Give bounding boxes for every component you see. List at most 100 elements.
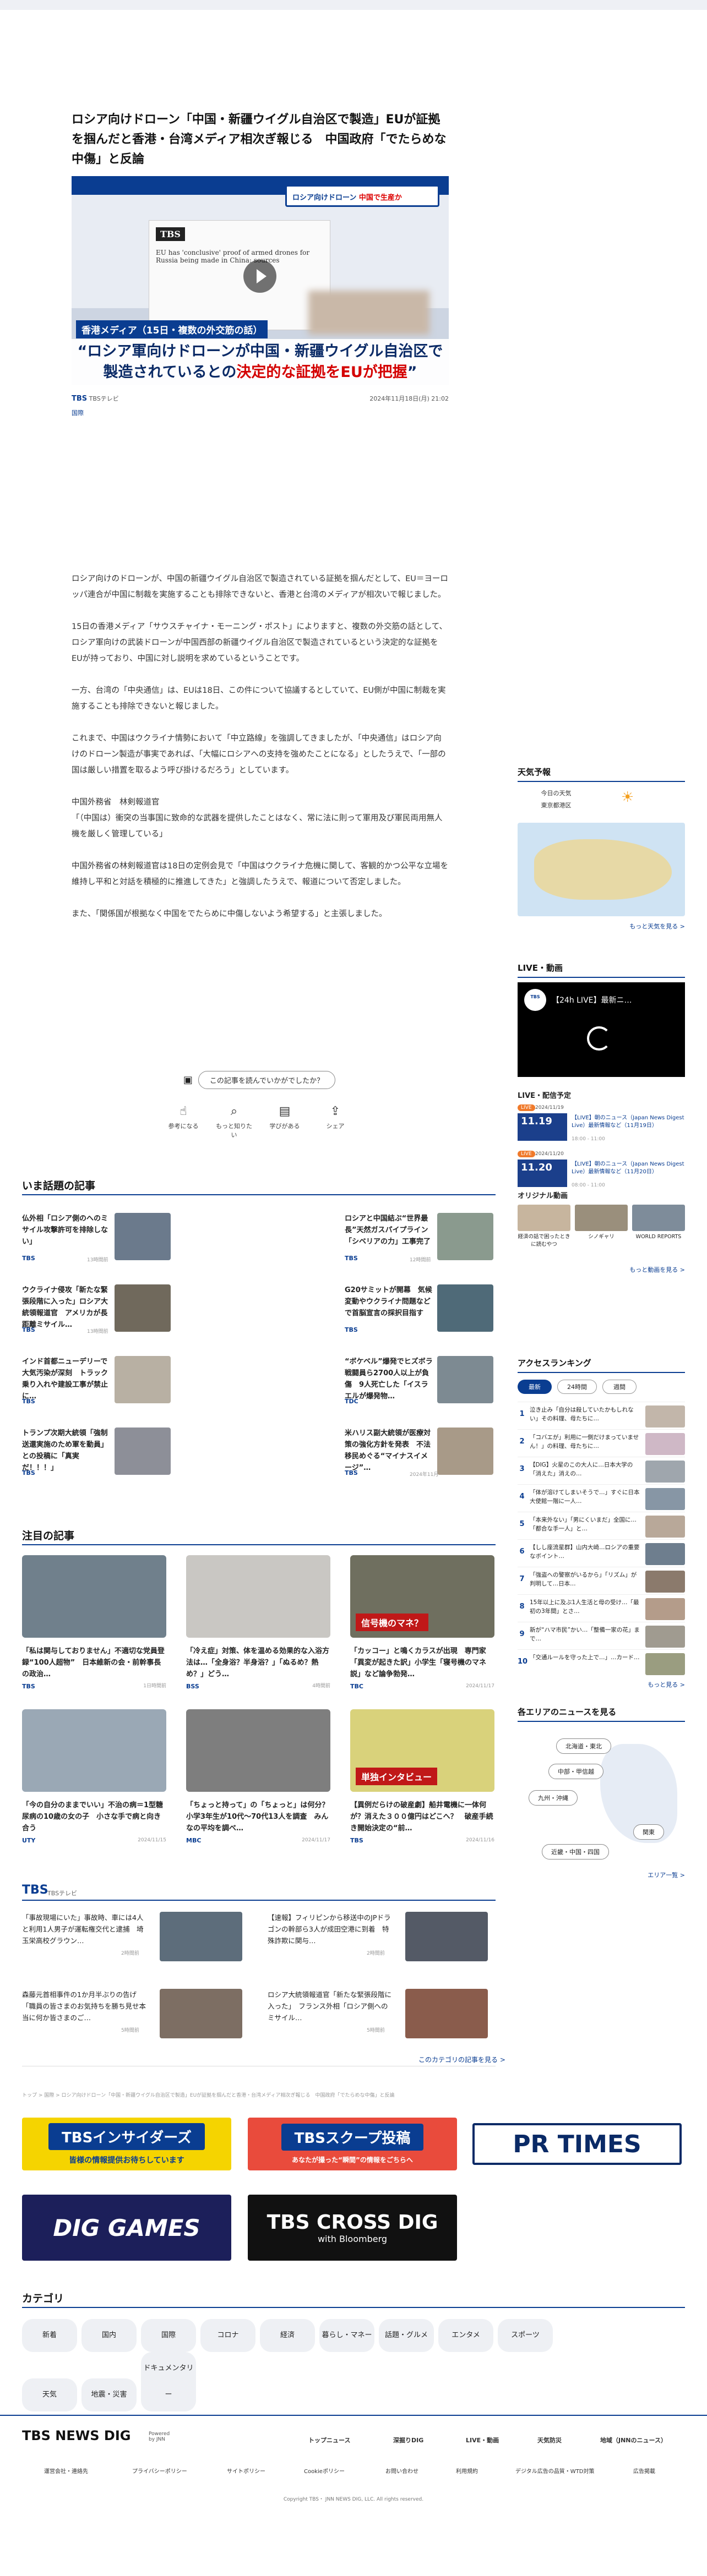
original-item[interactable]: 経済の話で困ったときに読むやつ [518, 1205, 570, 1249]
tbs-item[interactable]: ロシア大統領報道官「新たな緊張段階に入った」 フランス外相「ロシア側へのミサイル… [268, 1989, 488, 2038]
weather-region: 東京都港区 [541, 802, 572, 809]
category-pill[interactable]: 天気 [22, 2378, 77, 2411]
scoop-banner[interactable]: TBSスクープ投稿 あなたが撮った“瞬間”の情報をごちらへ [248, 2118, 457, 2170]
area-button[interactable]: 近畿・中国・四国 [542, 1844, 609, 1859]
footer-nav-item[interactable]: トップニュース [308, 2436, 350, 2444]
original-more-link[interactable]: もっと動画を見る > [518, 1265, 685, 1274]
category-pill[interactable]: スポーツ [498, 2319, 553, 2352]
schedule-item[interactable]: LIVE 2024/11/19 11.19 【LIVE】朝のニュース（Japan Ne… [518, 1104, 685, 1144]
footer-link[interactable]: 利用規約 [456, 2466, 478, 2475]
footer-link[interactable]: Cookieポリシー [304, 2466, 345, 2475]
play-icon[interactable] [243, 260, 276, 293]
ranking-item[interactable]: 8 15年以上に及ぶ1人生活と母の受け…「最初の3年間」とさ… [518, 1594, 685, 1622]
trending-item[interactable]: ロシアと中国結ぶ“世界最長”天然ガスパイプライン「シベリアの力」工事完了 TBS 1… [345, 1213, 493, 1268]
category-pill[interactable]: ドキュメンタリー [141, 2352, 196, 2411]
trending-item[interactable]: 仏外相「ロシア側のへのミサイル攻撃許可を排除しない」 TBS 13時間前 [22, 1213, 171, 1268]
featured-item[interactable]: 「私は関与しておりません」不適切な党員登録“100人超物” 日本維新の会・前幹事… [22, 1555, 166, 1690]
hero-caption-2a: 製造されているとの [103, 364, 237, 381]
hero-video[interactable]: ロシア向けドローン 中国で生産か TBS EU has 'conclusive'… [72, 176, 449, 385]
ranking-item[interactable]: 7 「強盗への警察がいるから」「リズム」が判明して…日本… [518, 1567, 685, 1594]
ranking-item[interactable]: 3 【DIG】火星のこの大人に…日本大学の「消えた」消えの… [518, 1457, 685, 1484]
footer-link[interactable]: 広告掲載 [633, 2466, 655, 2475]
ranking-tab-24h[interactable]: 24時間 [557, 1380, 597, 1394]
category-pill[interactable]: 国際 [141, 2319, 196, 2352]
live-player[interactable]: TBS 【24h LIVE】最新ニ… [518, 982, 685, 1077]
tbs-item[interactable]: 「事故現場にいた」事故時、車には4人と利用1人男子が運転権交代と逮捕 埼玉栄高校… [22, 1912, 242, 1961]
footer-link[interactable]: お問い合わせ [385, 2466, 418, 2475]
trending-item[interactable]: トランプ次期大統領「強制送還実施のため軍を動員」との投稿に「真実だ！！！」 TBS [22, 1428, 171, 1483]
featured-item[interactable]: 「冷え症」対策、体を温める効果的な入浴方法は…「全身浴？半身浴？」「ぬるめ？熱め… [186, 1555, 330, 1690]
area-button[interactable]: 九州・沖縄 [529, 1790, 578, 1806]
ranking-more-link[interactable]: もっと見る > [518, 1680, 685, 1689]
hero-caption-line2: 製造されているとの決定的な証拠をEUが把握” [72, 362, 449, 383]
ranking-item[interactable]: 5 「本来外ない」「男にくいまだ」全国に…「都合な手一人」と… [518, 1512, 685, 1539]
ranking-thumb [645, 1543, 685, 1565]
ranking-item[interactable]: 2 「コバエが」利用に一側だけまっていません！」の料理、母たちに… [518, 1429, 685, 1457]
footer-link[interactable]: サイトポリシー [227, 2466, 265, 2475]
ranking-item[interactable]: 1 泣き止み「自分は殺していたかもしれない」その料理、母たちに… [518, 1402, 685, 1429]
diggames-banner[interactable]: DIG GAMES [22, 2195, 231, 2261]
schedule-slot: 08:00 - 11:00 [572, 1183, 605, 1188]
weather-more-link[interactable]: もっと天気を見る > [518, 922, 685, 931]
footer-link[interactable]: デジタル広告の品質・WTD対策 [515, 2466, 595, 2475]
reaction-learn[interactable]: ▤ 学びがある [265, 1104, 304, 1139]
category-pill[interactable]: 経済 [260, 2319, 315, 2352]
ranking-item[interactable]: 10 「交通ルールを守った上で…」…カード… [518, 1649, 685, 1677]
footer-link[interactable]: 運営会社・連絡先 [44, 2466, 88, 2475]
ranking-item[interactable]: 9 新が“ハマ市民”かい…「整備一家の花」まで… [518, 1622, 685, 1649]
prtimes-banner[interactable]: PR TIMES [472, 2123, 682, 2165]
schedule-item[interactable]: LIVE 2024/11/20 11.20 【LIVE】朝のニュース（Japan Ne… [518, 1151, 685, 1190]
area-button[interactable]: 中部・甲信越 [548, 1764, 603, 1779]
category-pill[interactable]: 国内 [81, 2319, 137, 2352]
crossdig-banner[interactable]: TBS CROSS DIG with Bloomberg [248, 2195, 457, 2261]
footer-nav-item[interactable]: 天気防災 [537, 2436, 562, 2444]
trending-item-time: 13時間前 [87, 1329, 108, 1335]
ranking-item[interactable]: 4 「体が溶けてしまいそうで…」すぐに日本大使館一階に一人… [518, 1484, 685, 1512]
ranking-widget: アクセスランキング 最新 24時間 週間 1 泣き止み「自分は殺していたかもしれな… [518, 1357, 685, 1689]
feedback-question[interactable]: この記事を読んでいかがでしたか？ [198, 1071, 336, 1089]
featured-item-title: 【異例だらけの破産劇】船井電機に一体何が？消えた３００億円はどこへ？ 破産手続き… [350, 1801, 493, 1833]
category-pill[interactable]: 暮らし・マネー [319, 2319, 374, 2352]
featured-item[interactable]: 信号機のマネ？ 「カッコー」と鳴くカラスが出現 専門家「異変が起きた訳」小学生「寝… [350, 1555, 494, 1690]
category-pill[interactable]: 地震・災害 [81, 2378, 137, 2411]
original-item[interactable]: WORLD REPORTS [632, 1205, 685, 1241]
trending-item-source: TBS [22, 1398, 35, 1405]
category-pill[interactable]: 新着 [22, 2319, 77, 2352]
trending-item[interactable]: 米ハリス副大統領が医療対策の強化方針を発表 不法移民めぐる“マイナスイメージ”…… [345, 1428, 493, 1483]
footer-link[interactable]: プライバシーポリシー [132, 2466, 187, 2475]
ranking-tab-weekly[interactable]: 週間 [602, 1380, 637, 1394]
trending-item[interactable]: G20サミットが開幕 気候変動やウクライナ問題などで首脳宣言の採択目指す TBS [345, 1284, 493, 1339]
ranking-item[interactable]: 6 【しし座流星群】山内大崎…ロシアの重要なボイント… [518, 1539, 685, 1567]
ranking-tab-latest[interactable]: 最新 [518, 1380, 552, 1394]
weather-map[interactable] [518, 823, 685, 916]
insiders-banner[interactable]: TBSインサイダーズ 皆様の情報提供お待ちしています [22, 2118, 231, 2170]
original-item[interactable]: シノギャリ [575, 1205, 628, 1241]
category-pill[interactable]: 話題・グルメ [379, 2319, 434, 2352]
tbs-item-thumb [160, 1989, 242, 2038]
footer-nav-item[interactable]: LIVE・動画 [466, 2436, 499, 2444]
tbs-item[interactable]: 【速報】フィリピンから移送中のJPドラゴンの幹部ら3人が成田空港に到着 特殊詐欺… [268, 1912, 488, 1961]
area-more-link[interactable]: エリア一覧 > [518, 1871, 685, 1879]
tbs-more-link[interactable]: このカテゴリの記事を見る > [418, 2055, 505, 2064]
area-button[interactable]: 関東 [633, 1824, 664, 1840]
trending-item[interactable]: インド首都ニューデリーで大気汚染が深刻 トラック乗り入れや建設工事が禁止に… TB… [22, 1356, 171, 1411]
trending-item[interactable]: ウクライナ侵攻「新たな緊張段階に入った」ロシア大統領報道官 アメリカが長距離ミサ… [22, 1284, 171, 1339]
reaction-helpful[interactable]: ☝ 参考になる [164, 1104, 203, 1139]
live-badge: LIVE [518, 1104, 535, 1111]
featured-item[interactable]: 「ちょっと持って」の「ちょっと」は何分？小学3年生が10代〜70代13人を調査 … [186, 1709, 330, 1844]
area-button[interactable]: 北海道・東北 [556, 1738, 611, 1754]
tbs-item[interactable]: 森藤元首相事件の1か月半ぶりの告げ「職員の皆さまのお気持ちを勝ち見せ本当に何か皆… [22, 1989, 242, 2038]
reaction-more[interactable]: ⌕ もっと知りたい [215, 1104, 253, 1139]
reaction-share[interactable]: ⇪ シェア [316, 1104, 355, 1139]
trending-item[interactable]: “ボケベル”爆発でヒズボラ戦闘員ら2700人以上が負傷 9人死亡した「イスラエル… [345, 1356, 493, 1411]
category-pill[interactable]: エンタメ [438, 2319, 493, 2352]
featured-item[interactable]: 単独インタビュー 【異例だらけの破産劇】船井電機に一体何が？消えた３００億円はどこ… [350, 1709, 494, 1844]
article-title: ロシア向けドローン「中国・新疆ウイグル自治区で製造」EUが証拠を掴んだと香港・台… [72, 113, 447, 166]
footer-logo[interactable]: TBS NEWS DIG [22, 2428, 130, 2443]
trending-item-title: G20サミットが開幕 気候変動やウクライナ問題などで首脳宣言の採択目指す [345, 1286, 432, 1317]
category-pill[interactable]: コロナ [200, 2319, 255, 2352]
footer-nav-item[interactable]: 深掘りDIG [393, 2436, 423, 2444]
footer-nav-item[interactable]: 地域（JNNのニュース） [600, 2436, 667, 2444]
article-category-link[interactable]: 国際 [72, 408, 449, 417]
featured-item[interactable]: 「今の自分のままでいい」不治の病＝1型糖尿病の10歳の女の子 小さな手で病と向き… [22, 1709, 166, 1844]
